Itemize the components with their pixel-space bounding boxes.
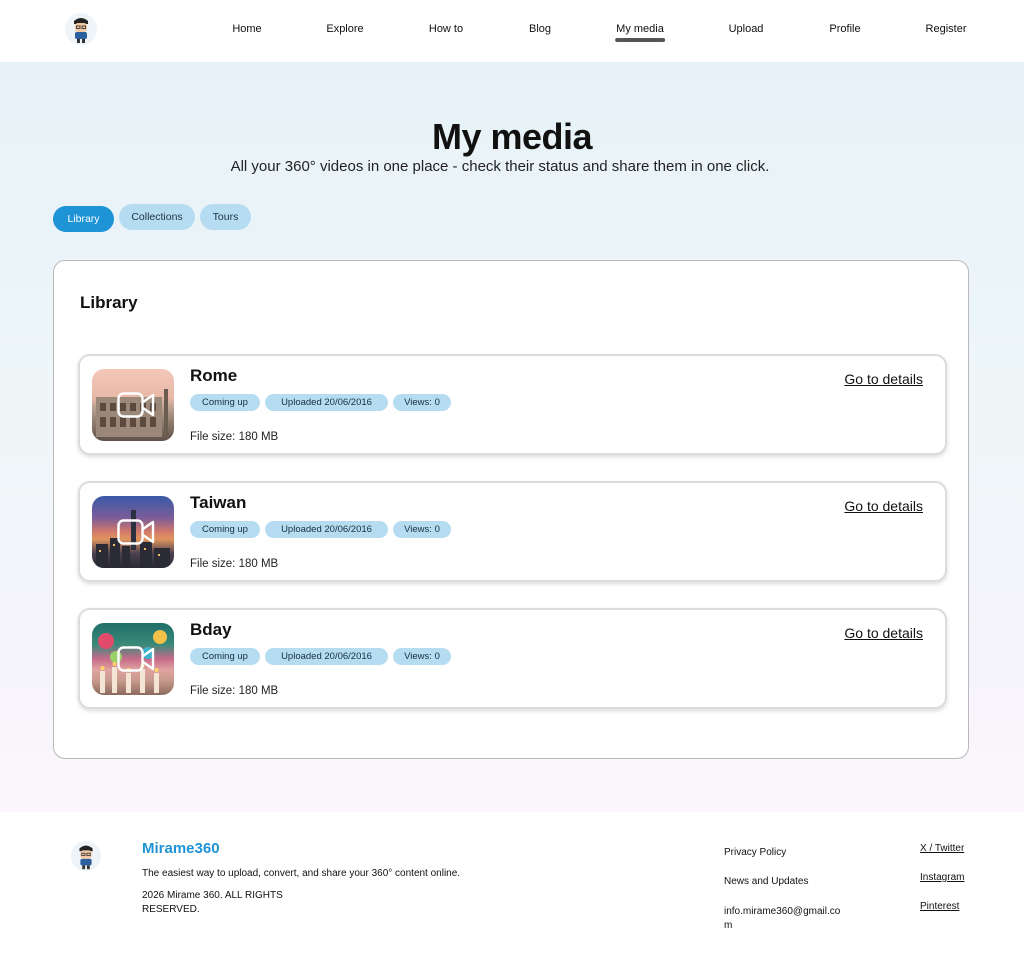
footer-copyright: 2026 Mirame 360. ALL RIGHTS RESERVED.	[142, 890, 283, 915]
views-badge: Views: 0	[393, 648, 451, 665]
go-to-details-link[interactable]: Go to details	[844, 371, 923, 387]
main-nav: Home Explore How to Blog My media Upload…	[0, 0, 1024, 62]
media-title: Bday	[190, 620, 232, 639]
go-to-details-link[interactable]: Go to details	[844, 498, 923, 514]
views-badge: Views: 0	[393, 394, 451, 411]
nav-my-media[interactable]: My media	[615, 23, 665, 42]
media-title: Rome	[190, 366, 238, 385]
nav-profile[interactable]: Profile	[829, 23, 860, 35]
nav-blog[interactable]: Blog	[529, 23, 551, 35]
status-badge: Coming up	[190, 648, 260, 665]
pinterest-link[interactable]: Pinterest	[920, 901, 959, 912]
nav-how-to[interactable]: How to	[429, 23, 463, 35]
library-panel: Library Rome Coming up Uploaded 20/06/20…	[53, 260, 969, 759]
file-size: File size: 180 MB	[190, 558, 279, 570]
tab-library[interactable]: Library	[53, 206, 114, 232]
library-title: Library	[80, 293, 138, 312]
news-updates-link[interactable]: News and Updates	[724, 876, 809, 887]
site-header: Home Explore How to Blog My media Upload…	[0, 0, 1024, 62]
media-card-bday[interactable]: Bday Coming up Uploaded 20/06/2016 Views…	[78, 608, 947, 709]
contact-email-link[interactable]: info.mirame360@gmail.com	[724, 905, 848, 933]
go-to-details-link[interactable]: Go to details	[844, 625, 923, 641]
uploaded-badge: Uploaded 20/06/2016	[265, 648, 388, 665]
nav-home[interactable]: Home	[232, 23, 261, 35]
video-thumbnail[interactable]	[92, 496, 174, 568]
media-title: Taiwan	[190, 493, 247, 512]
video-camera-icon	[117, 646, 155, 677]
nav-upload[interactable]: Upload	[729, 23, 764, 35]
uploaded-badge: Uploaded 20/06/2016	[265, 521, 388, 538]
nav-explore[interactable]: Explore	[326, 23, 363, 35]
nav-register[interactable]: Register	[926, 23, 967, 35]
status-badge: Coming up	[190, 521, 260, 538]
page-subtitle: All your 360° videos in one place - chec…	[230, 158, 770, 175]
page-title: My media	[431, 116, 593, 157]
avatar-logo-icon[interactable]	[70, 840, 102, 872]
video-thumbnail[interactable]	[92, 623, 174, 695]
site-footer: Mirame360 The easiest way to upload, con…	[0, 812, 1024, 955]
views-badge: Views: 0	[393, 521, 451, 538]
instagram-link[interactable]: Instagram	[920, 872, 964, 883]
footer-tagline: The easiest way to upload, convert, and …	[142, 868, 461, 879]
twitter-link[interactable]: X / Twitter	[920, 843, 964, 854]
video-camera-icon	[117, 519, 155, 550]
status-badge: Coming up	[190, 394, 260, 411]
video-thumbnail[interactable]	[92, 369, 174, 441]
media-card-rome[interactable]: Rome Coming up Uploaded 20/06/2016 Views…	[78, 354, 947, 455]
privacy-policy-link[interactable]: Privacy Policy	[724, 847, 786, 858]
file-size: File size: 180 MB	[190, 431, 279, 443]
main-content: My media All your 360° videos in one pla…	[0, 62, 1024, 812]
video-camera-icon	[117, 392, 155, 423]
tab-collections[interactable]: Collections	[119, 204, 195, 230]
uploaded-badge: Uploaded 20/06/2016	[265, 394, 388, 411]
file-size: File size: 180 MB	[190, 685, 279, 697]
tab-tours[interactable]: Tours	[200, 204, 251, 230]
footer-brand: Mirame360	[142, 840, 220, 857]
media-card-taiwan[interactable]: Taiwan Coming up Uploaded 20/06/2016 Vie…	[78, 481, 947, 582]
